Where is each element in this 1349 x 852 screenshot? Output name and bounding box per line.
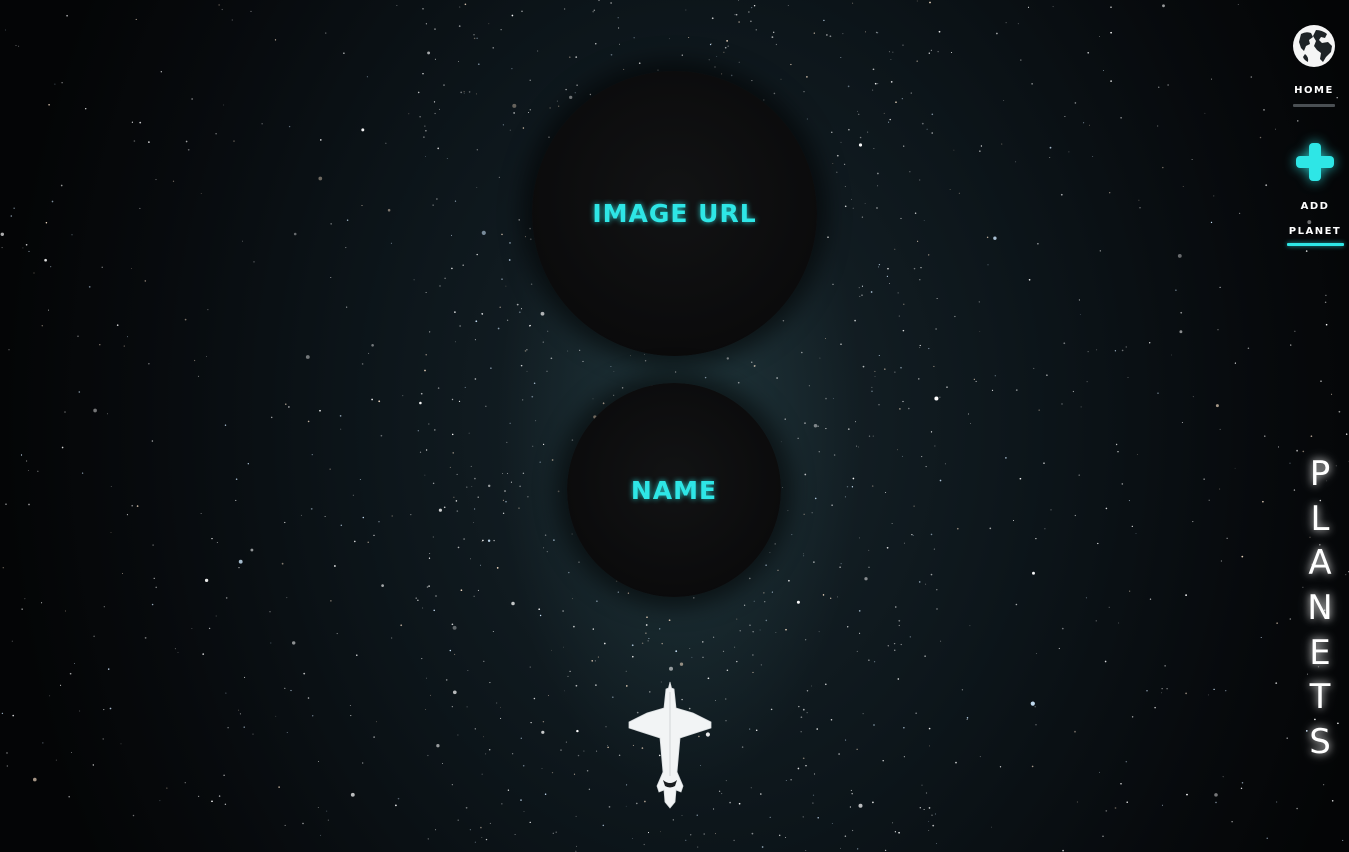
planets-letter: L [1310, 498, 1330, 539]
nav-add-planet-label-line1: ADD [1300, 201, 1330, 212]
image-url-orb[interactable] [532, 71, 817, 356]
planets-letter: E [1309, 632, 1331, 673]
name-orb[interactable] [567, 383, 781, 597]
launch-button[interactable] [625, 680, 715, 810]
planets-letter: T [1309, 677, 1331, 718]
nav-planets[interactable]: P L A N E T S [1296, 452, 1344, 765]
nav-add-planet[interactable]: ADD PLANET [1285, 140, 1345, 246]
app-root: HOME ADD PLANET P L A N E T S [0, 0, 1349, 852]
planets-letter: N [1307, 588, 1333, 629]
globe-icon [1293, 25, 1335, 67]
nav-home[interactable]: HOME [1287, 24, 1341, 107]
planets-letter: S [1309, 722, 1331, 763]
space-shuttle-icon [628, 681, 712, 809]
nav-home-underline [1293, 104, 1335, 107]
plus-icon [1296, 143, 1334, 181]
planets-letter: P [1309, 454, 1331, 494]
image-url-input[interactable] [558, 198, 791, 229]
nav-add-planet-underline [1286, 243, 1344, 246]
name-input[interactable] [586, 474, 762, 506]
planets-letter: A [1308, 543, 1332, 584]
nav-add-planet-label-line2: PLANET [1288, 226, 1342, 237]
nav-home-label: HOME [1294, 85, 1334, 96]
